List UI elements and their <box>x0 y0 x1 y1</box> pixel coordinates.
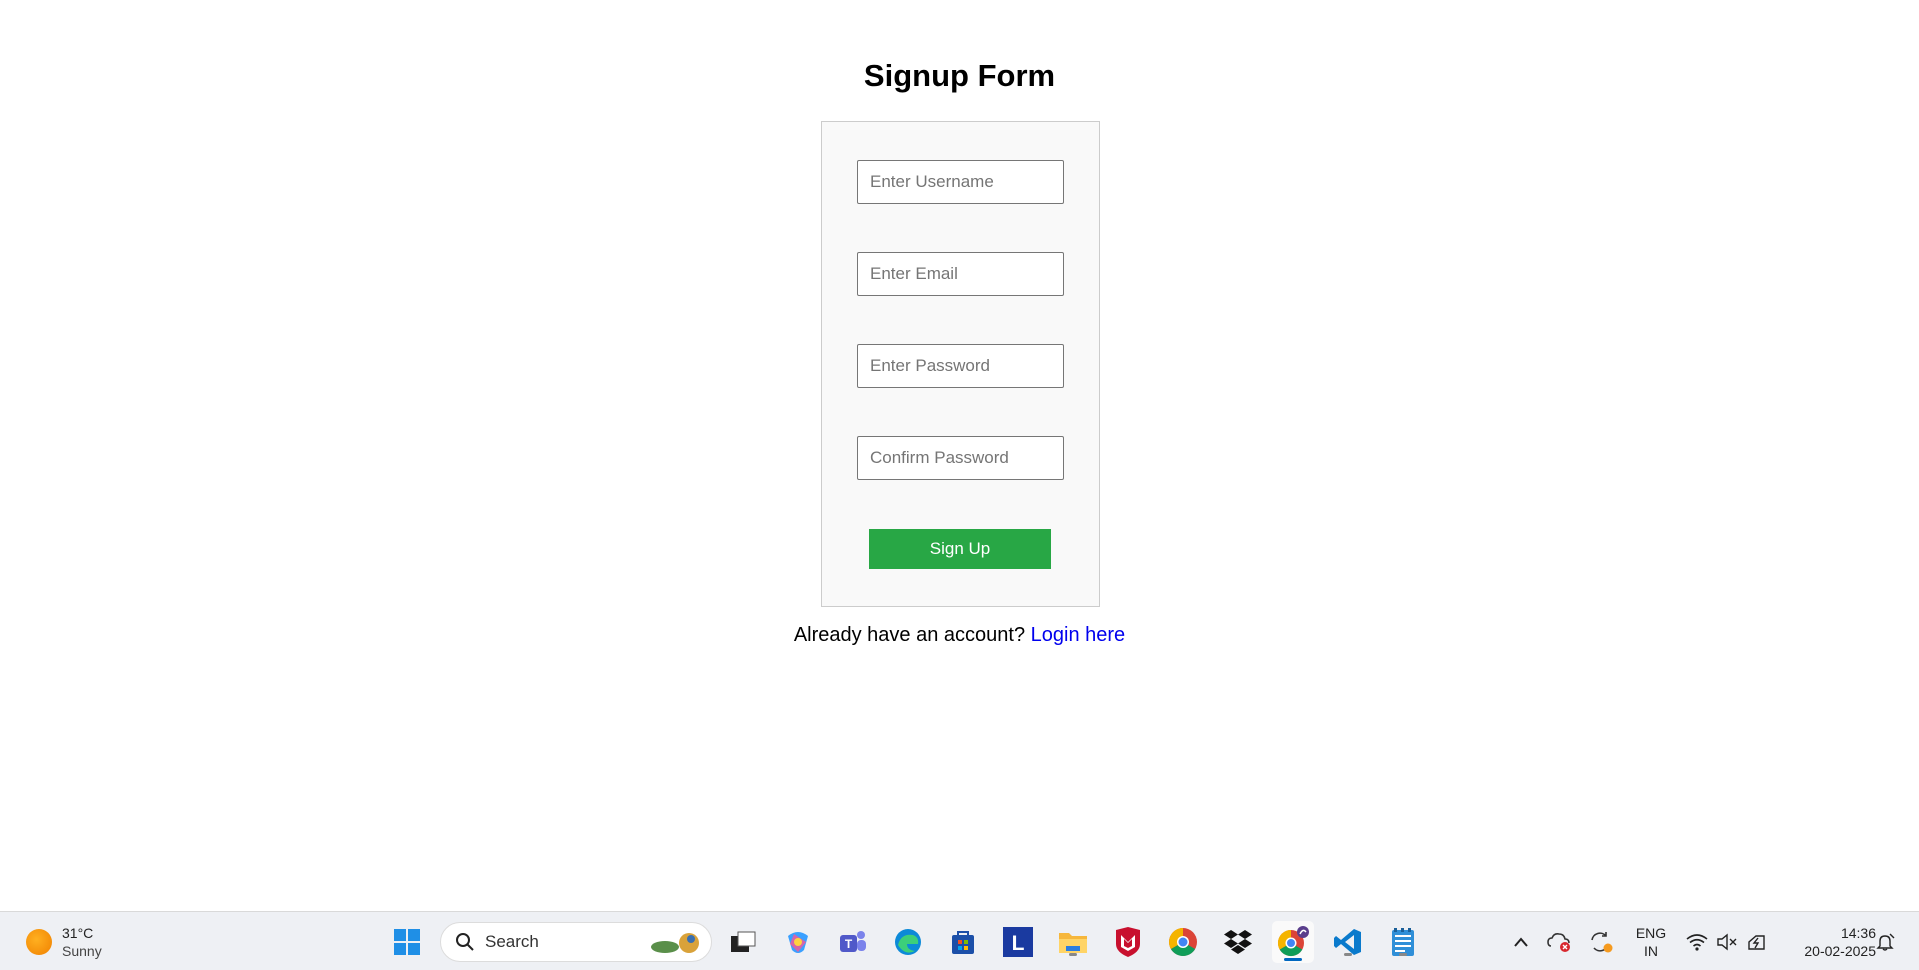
teams-button[interactable]: T <box>836 925 870 959</box>
active-indicator <box>1284 958 1302 961</box>
mcafee-button[interactable] <box>1111 925 1145 959</box>
chrome-profile-button[interactable] <box>1272 921 1314 963</box>
wifi-icon <box>1686 934 1708 951</box>
l-app-icon: L <box>1003 927 1033 957</box>
volume-button[interactable] <box>1712 925 1742 959</box>
volume-muted-icon <box>1717 933 1737 951</box>
task-view-button[interactable] <box>726 925 760 959</box>
dropbox-button[interactable] <box>1221 925 1255 959</box>
running-indicator <box>1399 953 1407 956</box>
start-icon <box>394 929 420 955</box>
sun-icon <box>26 929 52 955</box>
weather-widget[interactable]: 31°C Sunny <box>26 924 102 960</box>
login-link[interactable]: Login here <box>1031 624 1126 646</box>
sync-button[interactable] <box>1586 925 1616 959</box>
file-explorer-button[interactable] <box>1056 925 1090 959</box>
clock-time: 14:36 <box>1840 925 1876 941</box>
clock[interactable]: 14:36 20-02-2025 <box>1782 924 1876 960</box>
onedrive-button[interactable] <box>1545 925 1575 959</box>
edge-icon <box>895 929 921 955</box>
battery-button[interactable] <box>1742 925 1772 959</box>
notepad-button[interactable] <box>1386 925 1420 959</box>
svg-text:L: L <box>1012 932 1025 955</box>
password-input[interactable] <box>857 344 1064 388</box>
login-prompt-text: Already have an account? <box>793 624 1026 646</box>
store-icon <box>952 931 974 954</box>
language-indicator[interactable]: ENG IN <box>1628 924 1674 960</box>
l-app-button[interactable]: L <box>1001 925 1035 959</box>
language-code: ENG <box>1635 925 1667 941</box>
confirm-password-input[interactable] <box>857 436 1064 480</box>
chrome-profile-icon <box>1277 926 1309 957</box>
copilot-button[interactable] <box>781 925 815 959</box>
chrome-button[interactable] <box>1166 925 1200 959</box>
login-prompt: Already have an account? Login here <box>0 624 1919 647</box>
vscode-button[interactable] <box>1331 925 1365 959</box>
task-view-icon <box>731 931 756 952</box>
signup-form: Sign Up <box>821 121 1100 607</box>
running-indicator <box>1344 953 1352 956</box>
username-input[interactable] <box>857 160 1064 204</box>
running-indicator <box>1069 953 1077 956</box>
edge-button[interactable] <box>891 925 925 959</box>
search-icon <box>456 933 474 951</box>
taskbar: 31°C Sunny Search T L ENG IN 14:36 20-02… <box>0 911 1919 970</box>
dropbox-icon <box>1224 930 1252 954</box>
language-region: IN <box>1644 943 1658 959</box>
start-button[interactable] <box>390 925 424 959</box>
sign-up-button[interactable]: Sign Up <box>869 529 1051 569</box>
clock-date: 20-02-2025 <box>1804 943 1876 959</box>
teams-icon: T <box>840 931 866 952</box>
weather-condition: Sunny <box>62 943 102 959</box>
notifications-button[interactable] <box>1870 925 1900 959</box>
email-input[interactable] <box>857 252 1064 296</box>
browser-page: Signup Form Sign Up Already have an acco… <box>0 0 1919 911</box>
copilot-icon <box>788 932 808 953</box>
search-label: Search <box>485 932 539 951</box>
mcafee-icon <box>1116 927 1140 957</box>
notification-bell-icon <box>1876 933 1895 951</box>
show-hidden-icons-button[interactable] <box>1506 925 1536 959</box>
weather-temp: 31°C <box>62 925 94 941</box>
wifi-button[interactable] <box>1682 925 1712 959</box>
search-highlight-icon <box>651 933 699 953</box>
sync-icon <box>1591 932 1613 953</box>
page-title: Signup Form <box>863 58 1056 93</box>
taskbar-search[interactable]: Search <box>440 922 712 962</box>
chevron-up-icon <box>1514 937 1528 947</box>
svg-text:T: T <box>845 937 853 951</box>
file-explorer-icon <box>1059 933 1087 953</box>
store-button[interactable] <box>946 925 980 959</box>
chrome-icon <box>1169 928 1197 956</box>
battery-charging-icon <box>1748 935 1765 950</box>
onedrive-error-icon <box>1547 933 1570 952</box>
